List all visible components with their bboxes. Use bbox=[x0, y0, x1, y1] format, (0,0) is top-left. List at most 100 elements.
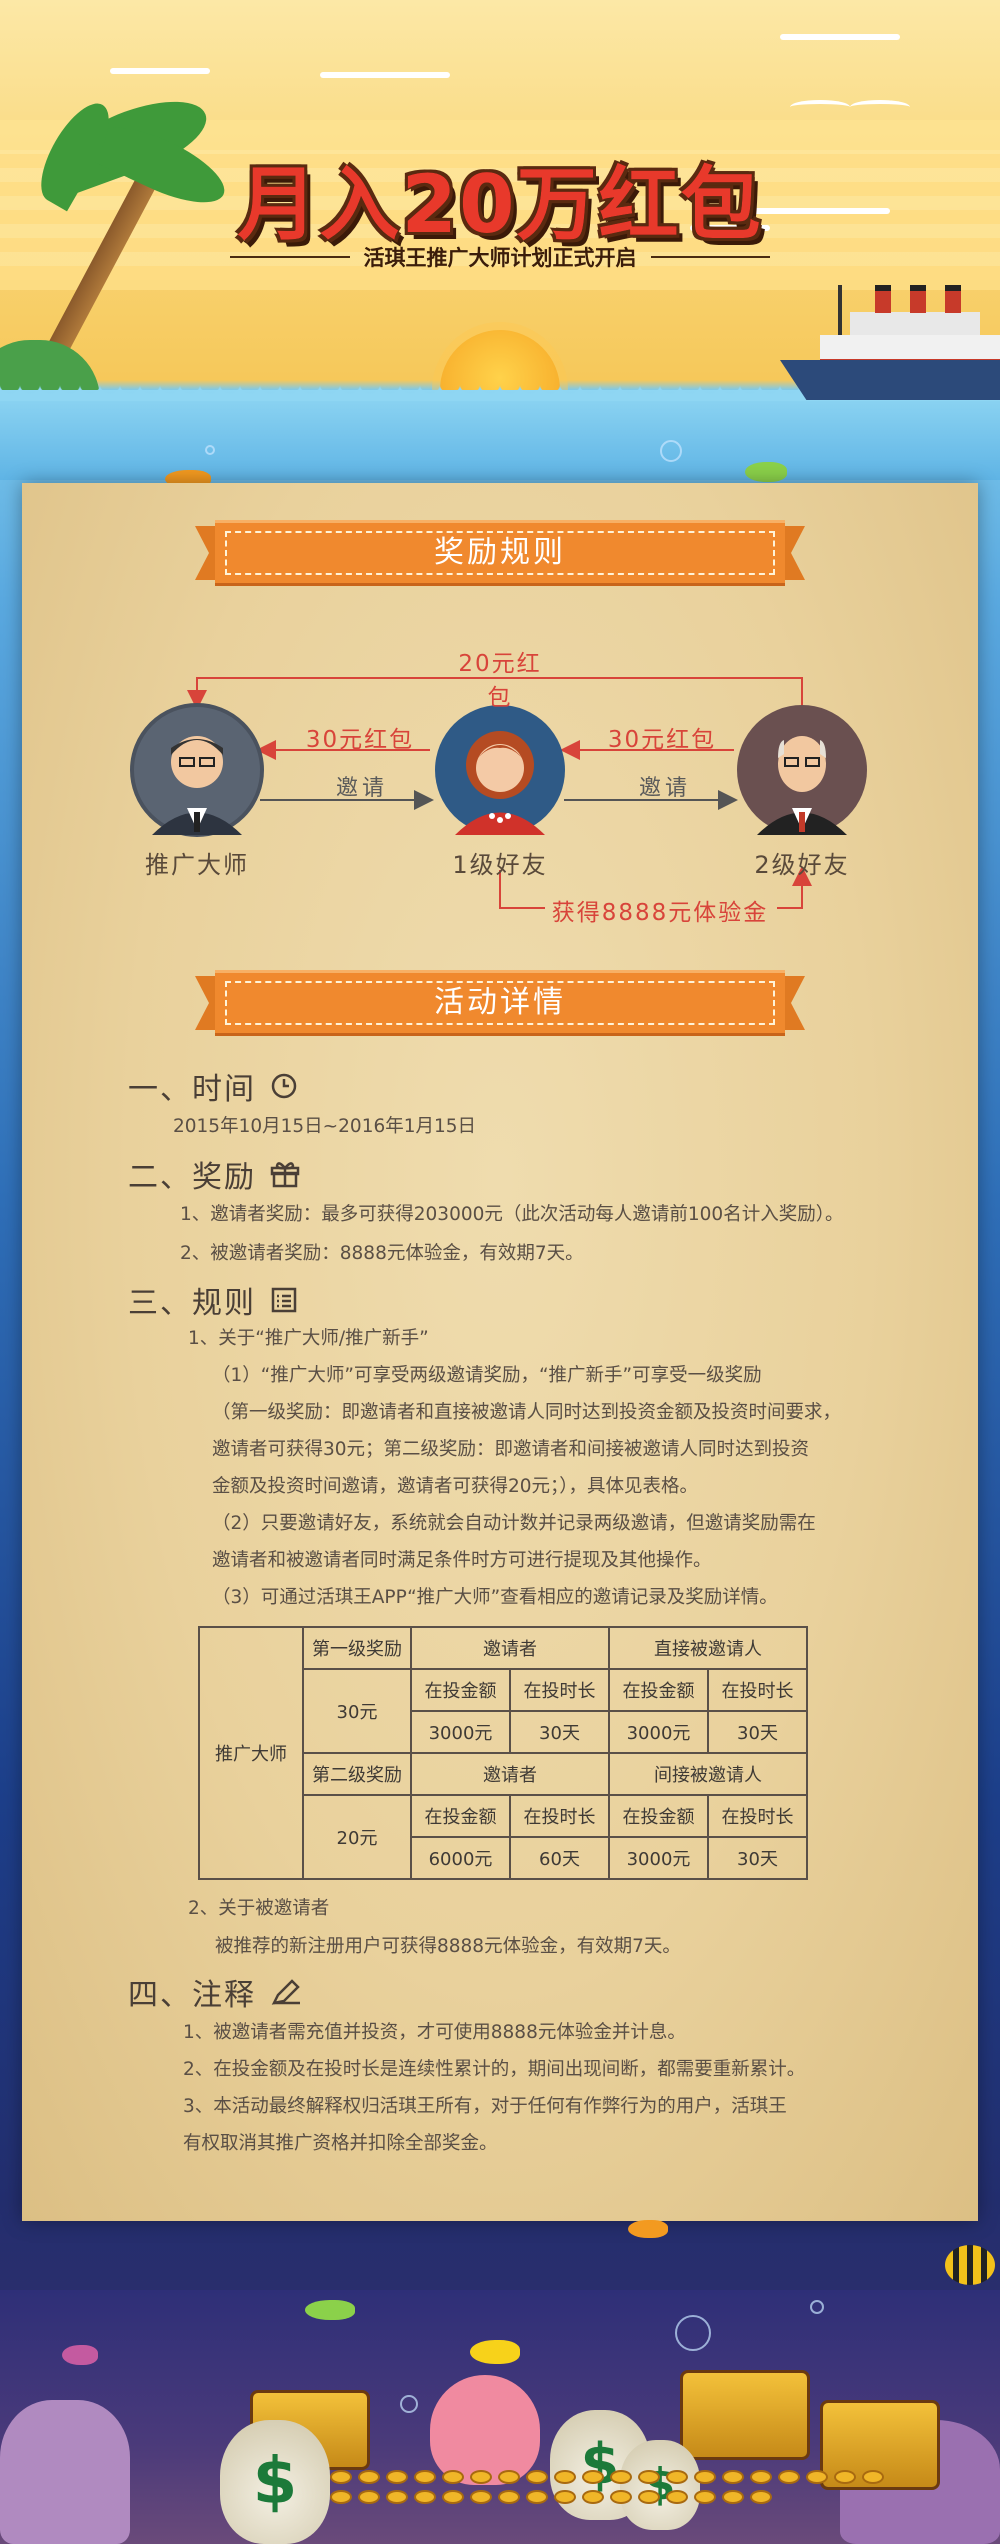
coin bbox=[554, 2470, 576, 2484]
subtitle: 活琪王推广大师计划正式开启 bbox=[363, 246, 637, 270]
ship-funnel bbox=[945, 285, 961, 313]
fish-icon bbox=[745, 462, 787, 482]
rules-banner-label: 奖励规则 bbox=[434, 535, 566, 570]
sea-surface bbox=[0, 390, 1000, 480]
role-master-label: 推广大师 bbox=[145, 851, 249, 879]
coin bbox=[470, 2470, 492, 2484]
notes-list: 1、被邀请者需充值并投资，才可使用8888元体验金并计息。 2、在投金额及在投时… bbox=[183, 2014, 943, 2162]
coin bbox=[386, 2470, 408, 2484]
role-friend2-label: 2级好友 bbox=[754, 851, 850, 879]
role-friend1-label: 1级好友 bbox=[452, 851, 548, 879]
table-col-amount: 在投金额 bbox=[410, 1794, 511, 1838]
rules-line: （3）可通过活琪王APP“推广大师”查看相应的邀请记录及奖励详情。 bbox=[212, 1587, 778, 1608]
section-time-heading: 一、时间 bbox=[128, 1064, 298, 1108]
coin bbox=[442, 2470, 464, 2484]
coin bbox=[526, 2490, 548, 2504]
avatar-friend-1 bbox=[435, 705, 565, 835]
avatar-friend-2 bbox=[737, 705, 867, 835]
table-level1-amount: 30元 bbox=[302, 1668, 412, 1754]
note-item: 3、本活动最终解释权归活琪王所有，对于任何有作弊行为的用户，活琪王 bbox=[183, 2096, 787, 2117]
ship-funnel bbox=[910, 285, 926, 313]
fish-icon bbox=[62, 2345, 98, 2365]
subtitle-rule bbox=[650, 256, 770, 258]
coin bbox=[358, 2470, 380, 2484]
section-rules-heading: 三、规则 bbox=[128, 1278, 298, 1322]
money-bag-icon: $ bbox=[220, 2420, 330, 2544]
table-cell: 3000元 bbox=[608, 1836, 709, 1880]
coin bbox=[694, 2470, 716, 2484]
coin bbox=[498, 2490, 520, 2504]
table-cell: 3000元 bbox=[410, 1710, 511, 1754]
coin bbox=[666, 2470, 688, 2484]
coin bbox=[330, 2470, 352, 2484]
section-notes-heading: 四、注释 bbox=[128, 1970, 302, 2014]
table-cell: 30天 bbox=[509, 1710, 610, 1754]
note-item: 1、被邀请者需充值并投资，才可使用8888元体验金并计息。 bbox=[183, 2022, 686, 2043]
table-role-cell: 推广大师 bbox=[198, 1626, 304, 1880]
details-banner-label: 活动详情 bbox=[434, 985, 566, 1020]
ship-deck bbox=[820, 335, 1000, 363]
table-header-indirect: 间接被邀请人 bbox=[608, 1752, 808, 1796]
coin bbox=[694, 2490, 716, 2504]
cloud-decoration bbox=[110, 68, 210, 74]
section-reward-title: 二、奖励 bbox=[128, 1160, 256, 1195]
ship-funnel bbox=[875, 285, 891, 313]
left-invite-label: 邀请 bbox=[335, 776, 388, 801]
fish-icon bbox=[305, 2300, 355, 2320]
section-notes-title: 四、注释 bbox=[128, 1978, 256, 2013]
table-header-inviter: 邀请者 bbox=[410, 1752, 610, 1796]
coin bbox=[610, 2470, 632, 2484]
coin bbox=[442, 2490, 464, 2504]
gain-label: 获得8888元体验金 bbox=[551, 900, 769, 926]
table-header-direct: 直接被邀请人 bbox=[608, 1626, 808, 1670]
coin bbox=[862, 2470, 884, 2484]
table-cell: 30天 bbox=[707, 1836, 808, 1880]
table-cell: 6000元 bbox=[410, 1836, 511, 1880]
seagull-icon bbox=[790, 100, 850, 114]
coin bbox=[330, 2490, 352, 2504]
table-col-amount: 在投金额 bbox=[608, 1668, 709, 1712]
octopus-icon bbox=[430, 2375, 540, 2485]
table-cell: 30天 bbox=[707, 1710, 808, 1754]
list-icon bbox=[271, 1287, 297, 1313]
striped-fish-icon bbox=[945, 2245, 995, 2285]
coin bbox=[386, 2490, 408, 2504]
table-cell: 3000元 bbox=[608, 1710, 709, 1754]
cloud-decoration bbox=[780, 34, 900, 40]
table-level2-cell: 第二级奖励 bbox=[302, 1752, 412, 1796]
rules-sub-2-text: 被推荐的新注册用户可获得8888元体验金，有效期7天。 bbox=[215, 1936, 681, 1957]
ship-icon bbox=[780, 360, 1000, 400]
cloud-decoration bbox=[320, 72, 450, 78]
reward-item: 1、邀请者奖励：最多可获得203000元（此次活动每人邀请前100名计入奖励）。 bbox=[180, 1204, 844, 1225]
rules-banner: 奖励规则 bbox=[195, 520, 805, 586]
seagull-icon bbox=[850, 100, 910, 114]
rules-sub-1: 1、关于“推广大师/推广新手” bbox=[188, 1328, 429, 1349]
table-col-duration: 在投时长 bbox=[509, 1668, 610, 1712]
reward-table: 推广大师 第一级奖励 邀请者 直接被邀请人 30元 在投金额 在投时长 在投金额… bbox=[198, 1626, 808, 1880]
rules-line: 金额及投资时间邀请，邀请者可获得20元；），具体见表格。 bbox=[212, 1476, 699, 1497]
section-reward-heading: 二、奖励 bbox=[128, 1152, 300, 1196]
rules-line: （1）“推广大师”可享受两级邀请奖励，“推广新手”可享受一级奖励 bbox=[212, 1365, 762, 1386]
bubble bbox=[675, 2315, 711, 2351]
coin bbox=[806, 2470, 828, 2484]
coin bbox=[722, 2470, 744, 2484]
coin-pile bbox=[330, 2470, 890, 2544]
bubble bbox=[810, 2300, 824, 2314]
coin bbox=[582, 2490, 604, 2504]
rules-line: 邀请者可获得30元；第二级奖励：即邀请者和间接被邀请人同时达到投资 bbox=[212, 1439, 810, 1460]
pencil-icon bbox=[271, 1979, 300, 2005]
coin bbox=[722, 2490, 744, 2504]
right-invite-label: 邀请 bbox=[638, 776, 691, 801]
coin bbox=[414, 2490, 436, 2504]
rules-lines: （1）“推广大师”可享受两级邀请奖励，“推广新手”可享受一级奖励 （第一级奖励：… bbox=[212, 1357, 912, 1616]
coin bbox=[414, 2470, 436, 2484]
coin bbox=[666, 2490, 688, 2504]
rules-line: 邀请者和被邀请者同时满足条件时方可进行提现及其他操作。 bbox=[212, 1550, 712, 1571]
coral bbox=[0, 2400, 130, 2544]
table-col-duration: 在投时长 bbox=[707, 1794, 808, 1838]
table-col-amount: 在投金额 bbox=[410, 1668, 511, 1712]
rules-line: （2）只要邀请好友，系统就会自动计数并记录两级邀请，但邀请奖励需在 bbox=[212, 1513, 816, 1534]
coin bbox=[582, 2470, 604, 2484]
avatar-master bbox=[130, 703, 264, 837]
coin bbox=[750, 2490, 772, 2504]
